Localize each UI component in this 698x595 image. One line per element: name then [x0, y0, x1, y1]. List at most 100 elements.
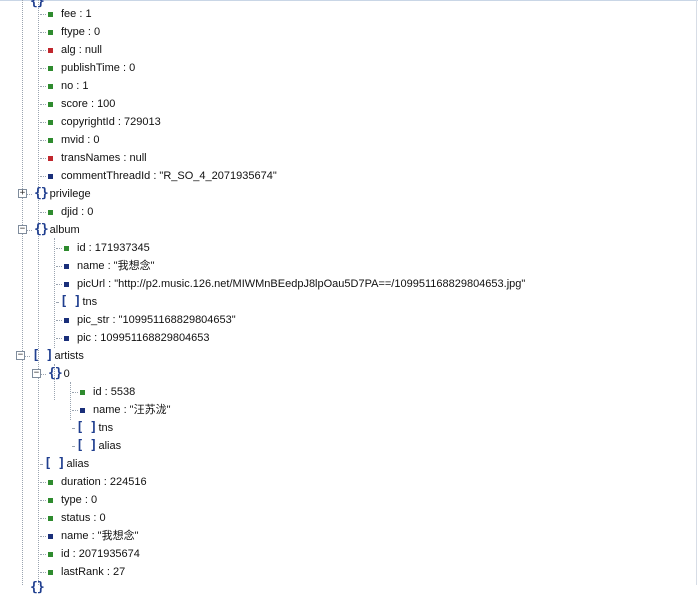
tree-node[interactable]: {} privilege [34, 185, 91, 203]
tree-node[interactable]: pic_str : "109951168829804653" [64, 311, 236, 329]
tree-connector [40, 86, 46, 87]
tree-guide-line [54, 238, 55, 348]
tree-connector [56, 302, 58, 303]
tree-guide-line [38, 0, 39, 585]
number-value-icon [48, 101, 53, 107]
node-label: copyrightId : 729013 [61, 116, 161, 128]
tree-connector [40, 104, 46, 105]
node-label: tns [98, 422, 114, 434]
node-label: ftype : 0 [61, 26, 101, 38]
node-label: mvid : 0 [61, 134, 100, 146]
tree-node[interactable]: score : 100 [48, 95, 115, 113]
array-icon: [ ] [32, 348, 54, 363]
tree-node[interactable]: id : 2071935674 [48, 545, 140, 563]
tree-node[interactable]: [ ] artists [32, 347, 84, 365]
null-value-icon [48, 155, 53, 161]
node-label: score : 100 [61, 98, 116, 110]
node-label: privilege [49, 188, 91, 200]
tree-node[interactable]: fee : 1 [48, 5, 92, 23]
collapse-icon[interactable]: − [18, 225, 27, 234]
tree-node[interactable]: {} album [34, 221, 80, 239]
tree-node[interactable]: mvid : 0 [48, 131, 100, 149]
tree-connector [40, 518, 46, 519]
node-label: alias [66, 458, 90, 470]
string-value-icon [80, 407, 85, 413]
array-icon: [ ] [44, 456, 66, 471]
tree-node[interactable]: djid : 0 [48, 203, 93, 221]
object-icon: {} [34, 222, 49, 237]
tree-node[interactable]: type : 0 [48, 491, 97, 509]
node-label: alg : null [61, 44, 102, 56]
node-label: status : 0 [61, 512, 106, 524]
tree-node[interactable]: id : 171937345 [64, 239, 150, 257]
number-value-icon [48, 137, 53, 143]
string-value-icon [64, 263, 69, 269]
tree-node[interactable]: copyrightId : 729013 [48, 113, 161, 131]
node-label: pic_str : "109951168829804653" [77, 314, 236, 326]
tree-connector [72, 392, 78, 393]
tree-node[interactable]: transNames : null [48, 149, 147, 167]
node-label: 0 [63, 368, 70, 380]
tree-connector [40, 14, 46, 15]
node-label: duration : 224516 [61, 476, 147, 488]
number-value-icon [48, 497, 53, 503]
tree-node[interactable]: ftype : 0 [48, 23, 100, 41]
tree-node[interactable]: name : "我想念" [64, 257, 155, 275]
tree-node[interactable]: lastRank : 27 [48, 563, 125, 581]
node-label: type : 0 [61, 494, 98, 506]
tree-connector [40, 482, 46, 483]
node-label: id : 171937345 [77, 242, 150, 254]
node-label: album [49, 224, 80, 236]
number-value-icon [48, 551, 53, 557]
tree-node[interactable]: alg : null [48, 41, 102, 59]
tree-connector [56, 320, 62, 321]
tree-connector [72, 446, 74, 447]
string-value-icon [64, 335, 69, 341]
tree-connector [40, 68, 46, 69]
object-icon: {} [30, 0, 45, 9]
expand-icon[interactable]: + [18, 189, 27, 198]
right-border [696, 0, 697, 585]
number-value-icon [48, 11, 53, 17]
tree-node[interactable]: {} 0 [48, 365, 70, 383]
tree-guide-line [70, 382, 71, 420]
array-icon: [ ] [76, 420, 98, 435]
node-label: alias [98, 440, 122, 452]
tree-node[interactable]: name : "我想念" [48, 527, 139, 545]
tree-connector [56, 338, 62, 339]
number-value-icon [48, 479, 53, 485]
tree-connector [40, 122, 46, 123]
node-label: picUrl : "http://p2.music.126.net/MIWMnB… [77, 278, 526, 290]
tree-node[interactable]: no : 1 [48, 77, 89, 95]
json-tree-view: {} {} fee : 1 ftype : 0 alg : null publishTim… [0, 0, 697, 595]
tree-node[interactable]: commentThreadId : "R_SO_4_2071935674" [48, 167, 277, 185]
object-icon: {} [34, 186, 49, 201]
tree-node[interactable]: publishTime : 0 [48, 59, 135, 77]
tree-node[interactable]: status : 0 [48, 509, 106, 527]
tree-node[interactable]: [ ] tns [60, 293, 97, 311]
number-value-icon [48, 83, 53, 89]
null-value-icon [48, 47, 53, 53]
tree-node[interactable]: duration : 224516 [48, 473, 147, 491]
tree-connector [40, 176, 46, 177]
tree-connector [56, 284, 62, 285]
node-label: name : "我想念" [61, 530, 139, 542]
tree-connector [56, 248, 62, 249]
node-label: id : 5538 [93, 386, 136, 398]
tree-node[interactable]: id : 5538 [80, 383, 135, 401]
collapse-icon[interactable]: − [32, 369, 41, 378]
tree-node[interactable]: pic : 109951168829804653 [64, 329, 210, 347]
tree-connector [40, 464, 42, 465]
collapse-icon[interactable]: − [16, 351, 25, 360]
number-value-icon [48, 209, 53, 215]
number-value-icon [48, 569, 53, 575]
node-label: lastRank : 27 [61, 566, 126, 578]
tree-node[interactable]: name : "汪苏泷" [80, 401, 171, 419]
tree-connector [40, 140, 46, 141]
tree-node[interactable]: [ ] alias [44, 455, 89, 473]
tree-node[interactable]: [ ] alias [76, 437, 121, 455]
node-label: fee : 1 [61, 8, 92, 20]
tree-node[interactable]: picUrl : "http://p2.music.126.net/MIWMnB… [64, 275, 525, 293]
tree-node[interactable]: [ ] tns [76, 419, 113, 437]
tree-guide-line [22, 0, 23, 585]
